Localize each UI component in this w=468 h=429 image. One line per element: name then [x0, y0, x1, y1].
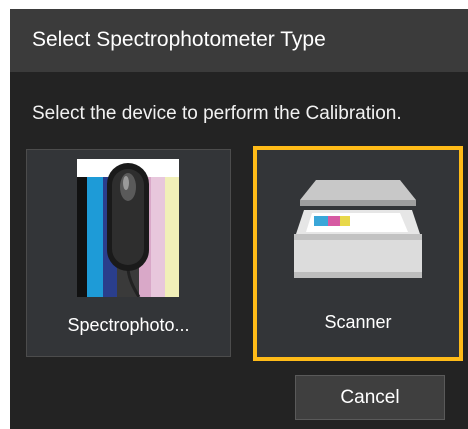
option-spectrophotometer-label: Spectrophoto...: [67, 315, 190, 335]
spectrophotometer-icon: [77, 159, 179, 298]
option-scanner-label: Scanner: [324, 312, 392, 332]
option-spectrophotometer[interactable]: Spectrophoto...: [26, 149, 231, 357]
option-scanner[interactable]: Scanner: [253, 146, 463, 361]
dialog-title: Select Spectrophotometer Type: [32, 28, 326, 51]
cancel-button[interactable]: Cancel: [295, 375, 445, 420]
dialog-prompt: Select the device to perform the Calibra…: [32, 103, 402, 124]
spectrophotometer-type-dialog: Select Spectrophotometer Type Select the…: [10, 9, 468, 429]
scanner-icon: [288, 180, 428, 280]
dialog-titlebar: Select Spectrophotometer Type: [10, 9, 468, 72]
